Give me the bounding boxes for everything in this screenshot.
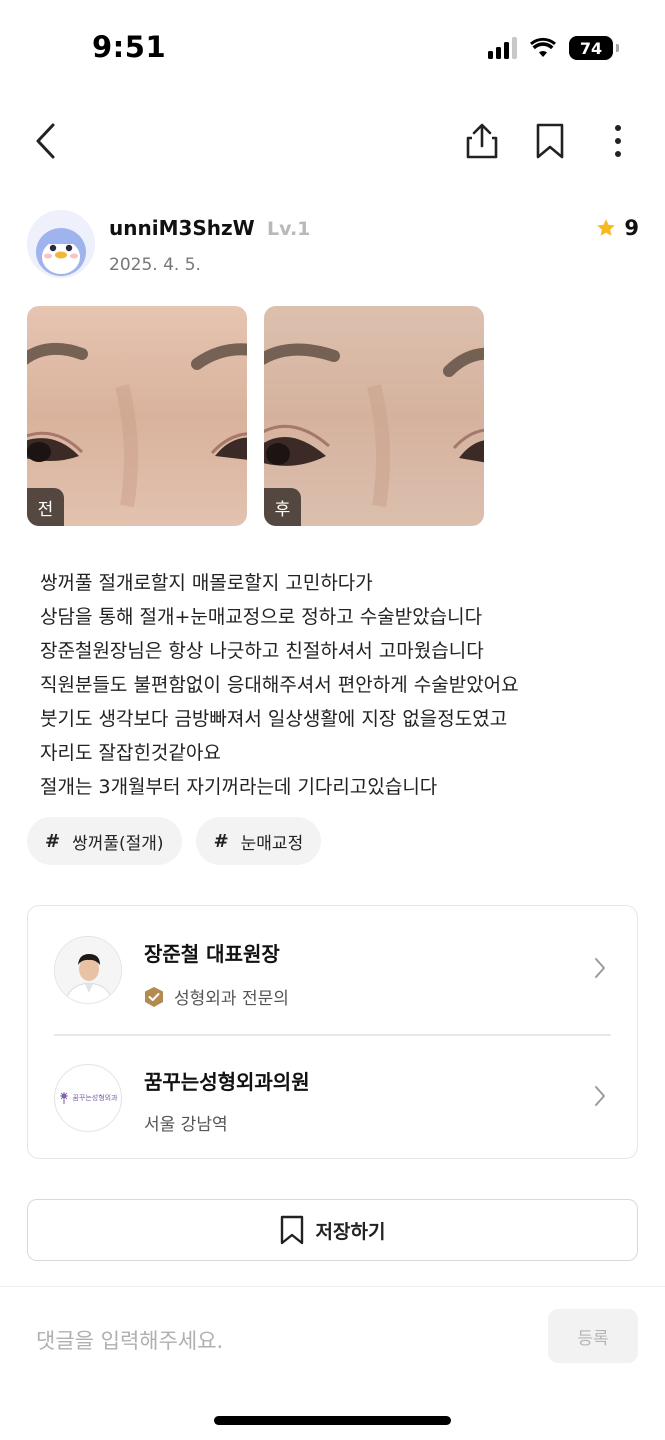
cellular-signal-icon	[488, 37, 517, 59]
chevron-right-icon	[595, 958, 605, 978]
certified-badge-icon	[145, 986, 163, 1007]
doctor-clinic-card: 장준철 대표원장 성형외과 전문의 꿈꾸는성형외과 꿈꾸는성형외과의원 서울 강…	[27, 905, 638, 1159]
avatar[interactable]	[27, 210, 95, 278]
status-bar: 9:51 74	[0, 0, 665, 100]
comment-input[interactable]	[36, 1321, 516, 1361]
clinic-location: 서울 강남역	[144, 1115, 228, 1135]
clinic-name: 꿈꾸는성형외과의원	[144, 1070, 310, 1094]
battery-icon: 74	[569, 36, 619, 60]
doctor-name: 장준철 대표원장	[144, 942, 280, 966]
post-line: 직원분들도 불편함없이 응대해주셔서 편안하게 수술받았어요	[40, 674, 519, 696]
bookmark-icon	[536, 123, 564, 159]
post-line: 상담을 통해 절개+눈매교정으로 정하고 수술받았습니다	[40, 606, 483, 628]
chevron-left-icon	[36, 123, 55, 159]
author-level: Lv.1	[267, 218, 311, 240]
tag-label: 눈매교정	[240, 833, 304, 854]
post-line: 쌍꺼풀 절개로할지 매몰로할지 고민하다가	[40, 572, 373, 594]
bookmark-icon	[280, 1215, 303, 1245]
after-photo[interactable]: 후	[264, 306, 484, 526]
clinic-flower-icon	[60, 1092, 69, 1104]
before-badge: 전	[27, 488, 64, 526]
clinic-logo-text: 꿈꾸는성형외과	[72, 1094, 118, 1102]
doctor-photo	[54, 936, 122, 1004]
status-icons: 74	[488, 36, 619, 60]
home-indicator	[214, 1416, 451, 1425]
rating: 9	[596, 216, 639, 240]
post-date: 2025. 4. 5.	[109, 255, 201, 275]
post-line: 절개는 3개월부터 자기꺼라는데 기다리고있습니다	[40, 776, 438, 798]
post-content: 쌍꺼풀 절개로할지 매몰로할지 고민하다가 상담을 통해 절개+눈매교정으로 정…	[40, 566, 640, 804]
wifi-icon	[530, 37, 556, 57]
back-button[interactable]	[22, 117, 70, 165]
status-time: 9:51	[92, 30, 167, 64]
clinic-row[interactable]: 꿈꾸는성형외과 꿈꾸는성형외과의원 서울 강남역	[28, 1034, 637, 1160]
share-icon	[466, 123, 498, 159]
doctor-specialty-label: 성형외과 전문의	[174, 989, 289, 1009]
save-button-label: 저장하기	[315, 1220, 386, 1243]
author-header: unniM3ShzW Lv.1 2025. 4. 5. 9	[27, 210, 639, 282]
rating-value: 9	[624, 216, 639, 240]
star-icon	[597, 219, 616, 236]
chevron-right-icon	[595, 1086, 605, 1106]
hash-icon: #	[213, 830, 229, 852]
doctor-specialty: 성형외과 전문의	[144, 984, 289, 1009]
clinic-logo: 꿈꾸는성형외과	[54, 1064, 122, 1132]
doctor-row[interactable]: 장준철 대표원장 성형외과 전문의	[28, 906, 637, 1032]
more-button[interactable]	[594, 117, 642, 165]
doctor-portrait-image	[55, 937, 121, 1003]
tag-ptosis-correction[interactable]: # 눈매교정	[195, 817, 322, 865]
penguin-avatar-icon	[27, 210, 95, 278]
post-line: 장준철원장님은 항상 나긋하고 친절하셔서 고마웠습니다	[40, 640, 484, 662]
more-vertical-icon	[615, 125, 621, 157]
before-photo[interactable]: 전	[27, 306, 247, 526]
battery-level: 74	[579, 38, 603, 58]
tag-label: 쌍꺼풀(절개)	[72, 833, 164, 854]
post-line: 붓기도 생각보다 금방빠져서 일상생활에 지장 없을정도였고	[40, 708, 508, 730]
submit-comment-button[interactable]: 등록	[548, 1309, 638, 1363]
nav-bar	[0, 105, 665, 177]
hash-icon: #	[45, 830, 61, 852]
author-name[interactable]: unniM3ShzW	[109, 216, 255, 240]
bookmark-button[interactable]	[526, 117, 574, 165]
tag-list: # 쌍꺼풀(절개) # 눈매교정	[27, 817, 322, 865]
save-button[interactable]: 저장하기	[27, 1199, 638, 1261]
post-line: 자리도 잘잡힌것같아요	[40, 742, 221, 764]
tag-double-eyelid-incision[interactable]: # 쌍꺼풀(절개)	[27, 817, 182, 865]
share-button[interactable]	[458, 117, 506, 165]
after-badge: 후	[264, 488, 301, 526]
